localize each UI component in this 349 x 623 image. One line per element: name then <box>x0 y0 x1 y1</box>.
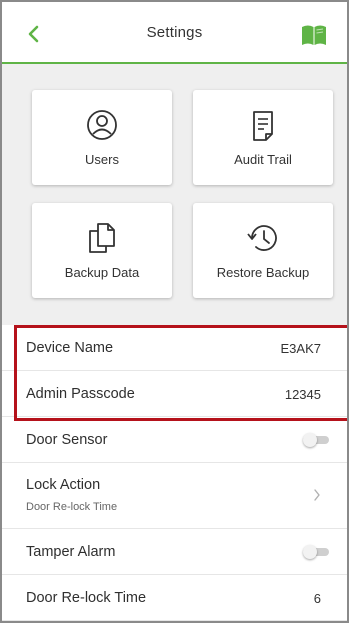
tamper-alarm-label: Tamper Alarm <box>26 544 116 560</box>
document-list-icon <box>253 111 273 141</box>
door-sensor-label: Door Sensor <box>26 432 108 448</box>
door-relock-time-row[interactable]: Door Re-lock Time 6 <box>2 575 347 621</box>
users-tile[interactable]: Users <box>32 90 172 185</box>
tamper-alarm-row: Tamper Alarm <box>2 529 347 575</box>
admin-passcode-label: Admin Passcode <box>26 386 135 402</box>
door-sensor-toggle[interactable] <box>303 433 329 447</box>
device-name-row[interactable]: Device Name E3AK7 <box>2 325 347 371</box>
tamper-alarm-toggle[interactable] <box>303 545 329 559</box>
device-name-value: E3AK7 <box>280 341 321 356</box>
backup-data-tile-label: Backup Data <box>64 265 140 280</box>
page-title: Settings <box>146 24 203 41</box>
door-sensor-row: Door Sensor <box>2 417 347 463</box>
copy-files-icon <box>89 223 115 253</box>
audit-trail-tile-label: Audit Trail <box>234 152 292 167</box>
chevron-right-icon <box>314 489 320 501</box>
toggle-knob <box>303 433 317 447</box>
door-relock-time-value: 6 <box>313 591 321 606</box>
book-icon[interactable] <box>301 24 327 46</box>
history-clock-icon <box>247 225 277 251</box>
lock-action-label: Lock Action <box>26 477 101 493</box>
users-tile-label: Users <box>85 152 119 167</box>
header-bar: Settings <box>2 2 347 64</box>
lock-action-sublabel: Door Re-lock Time <box>26 501 118 513</box>
app-frame: Settings Users Audit Trail Backup Data R… <box>0 0 349 623</box>
admin-passcode-row[interactable]: Admin Passcode 12345 <box>2 371 347 417</box>
user-circle-icon <box>87 110 117 140</box>
lock-action-row[interactable]: Lock Action Door Re-lock Time <box>2 463 347 529</box>
settings-list: Device Name E3AK7 Admin Passcode 12345 D… <box>2 325 347 621</box>
audit-trail-tile[interactable]: Audit Trail <box>193 90 333 185</box>
restore-backup-tile[interactable]: Restore Backup <box>193 203 333 298</box>
backup-data-tile[interactable]: Backup Data <box>32 203 172 298</box>
restore-backup-tile-label: Restore Backup <box>216 265 310 280</box>
admin-passcode-value: 12345 <box>284 387 321 402</box>
device-name-label: Device Name <box>26 340 114 356</box>
door-relock-time-label: Door Re-lock Time <box>26 590 147 606</box>
toggle-knob <box>303 545 317 559</box>
